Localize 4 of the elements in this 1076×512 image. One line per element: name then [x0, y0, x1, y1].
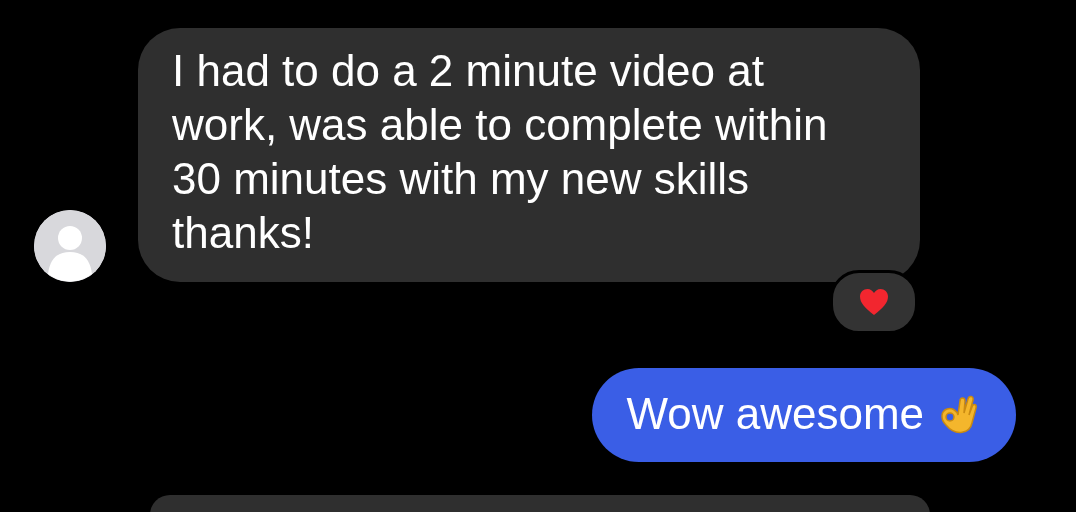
message-bubble: I had to do a 2 minute video at work, was able to complete within 30 minutes with my new skills thanks!: [138, 28, 920, 282]
message-text: Wow awesome: [626, 388, 924, 440]
heart-icon: [859, 288, 889, 316]
avatar: [34, 210, 106, 282]
